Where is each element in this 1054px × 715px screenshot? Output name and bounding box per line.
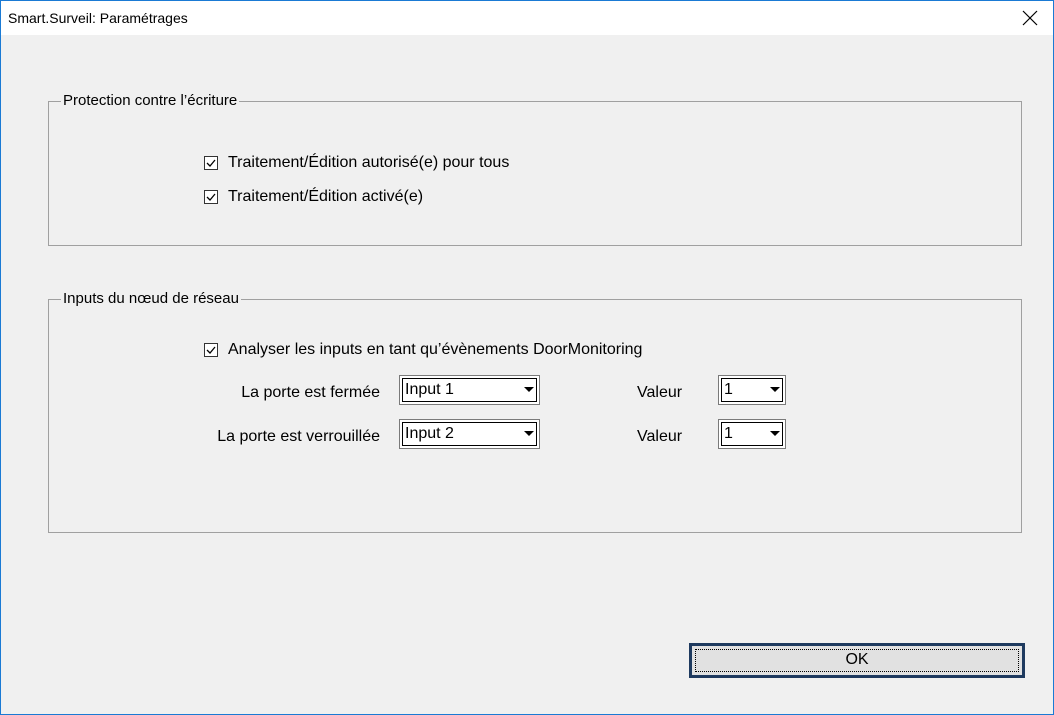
edit-enabled-checkbox[interactable] xyxy=(204,190,218,204)
analyze-inputs-label: Analyser les inputs en tant qu’évènement… xyxy=(228,341,643,358)
door-closed-input-value: Input 1 xyxy=(405,381,454,398)
door-locked-input-value: Input 2 xyxy=(405,425,454,442)
settings-dialog: Smart.Surveil: Paramétrages Protection c… xyxy=(0,0,1054,715)
allow-edit-all-label: Traitement/Édition autorisé(e) pour tous xyxy=(228,154,510,171)
write-protection-legend: Protection contre l’écriture xyxy=(61,92,240,109)
door-closed-valeur-value: 1 xyxy=(724,381,733,398)
close-icon xyxy=(1022,10,1038,26)
window-title: Smart.Surveil: Paramétrages xyxy=(8,10,188,26)
checkmark-icon xyxy=(206,193,216,201)
door-locked-valeur-value: 1 xyxy=(724,425,733,442)
chevron-down-icon xyxy=(524,431,534,436)
door-locked-input-select[interactable]: Input 2 xyxy=(399,419,540,449)
allow-edit-all-checkbox-row[interactable]: Traitement/Édition autorisé(e) pour tous xyxy=(204,152,509,174)
checkmark-icon xyxy=(206,159,216,167)
analyze-inputs-checkbox[interactable] xyxy=(204,343,218,357)
chevron-down-icon xyxy=(770,387,780,392)
door-closed-valeur-label: Valeur xyxy=(637,384,683,401)
network-inputs-group: Inputs du nœud de réseau Analyser les in… xyxy=(48,290,1022,533)
analyze-inputs-checkbox-row[interactable]: Analyser les inputs en tant qu’évènement… xyxy=(204,339,642,361)
network-inputs-legend: Inputs du nœud de réseau xyxy=(61,290,241,307)
write-protection-group: Protection contre l’écriture Traitement/… xyxy=(48,92,1022,246)
door-locked-valeur-select[interactable]: 1 xyxy=(718,419,786,449)
door-closed-input-select[interactable]: Input 1 xyxy=(399,375,540,405)
edit-enabled-checkbox-row[interactable]: Traitement/Édition activé(e) xyxy=(204,186,423,208)
ok-button-label: OK xyxy=(845,651,869,668)
close-button[interactable] xyxy=(1007,1,1053,35)
door-locked-label: La porte est verrouillée xyxy=(217,428,380,445)
edit-enabled-label: Traitement/Édition activé(e) xyxy=(228,188,424,205)
door-closed-valeur-select[interactable]: 1 xyxy=(718,375,786,405)
chevron-down-icon xyxy=(524,387,534,392)
ok-button[interactable]: OK xyxy=(689,643,1025,678)
allow-edit-all-checkbox[interactable] xyxy=(204,156,218,170)
title-bar: Smart.Surveil: Paramétrages xyxy=(1,1,1053,35)
checkmark-icon xyxy=(206,346,216,354)
door-closed-label: La porte est fermée xyxy=(241,384,380,401)
door-locked-valeur-label: Valeur xyxy=(637,428,683,445)
chevron-down-icon xyxy=(770,431,780,436)
